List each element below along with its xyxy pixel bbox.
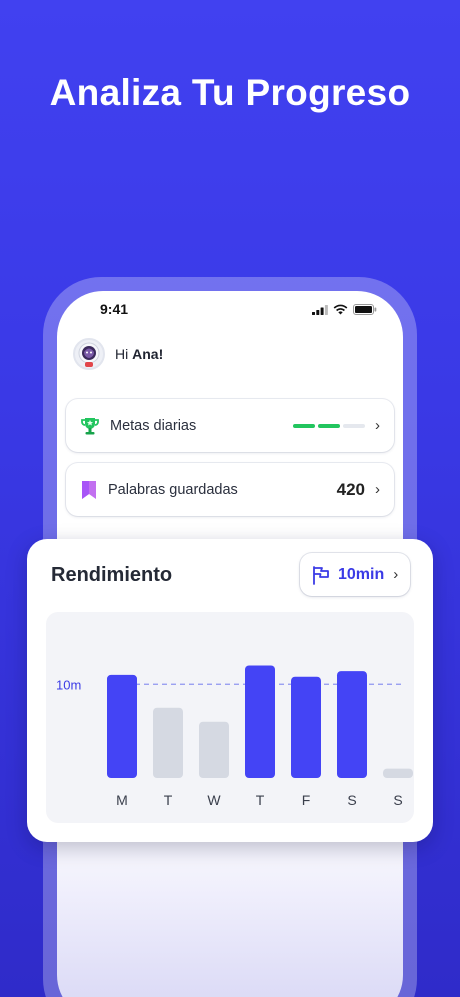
daily-goals-card[interactable]: Metas diarias ›	[66, 399, 394, 452]
x-tick-label: W	[207, 792, 221, 808]
saved-words-count: 420	[336, 479, 365, 499]
progress-segment	[293, 423, 315, 428]
progress-segment	[318, 423, 340, 428]
chart-bar	[291, 676, 321, 778]
signal-icon	[312, 304, 328, 315]
greeting-name: Ana!	[132, 346, 164, 362]
saved-words-label: Palabras guardadas	[108, 481, 238, 498]
progress-segment	[343, 423, 365, 428]
saved-words-card[interactable]: Palabras guardadas 420 ›	[66, 463, 394, 516]
bar-chart: 10m M T W T F S S	[56, 665, 413, 808]
status-time: 9:41	[100, 301, 129, 317]
chart-bar	[383, 768, 413, 778]
performance-title: Rendimiento	[51, 564, 173, 586]
chevron-right-icon: ›	[375, 481, 380, 498]
astronaut-avatar-icon	[78, 342, 100, 367]
trophy-icon	[81, 417, 99, 434]
chart-bar	[153, 707, 183, 778]
wifi-icon	[333, 304, 348, 315]
flag-icon	[313, 565, 329, 585]
chart-bar	[245, 665, 275, 778]
x-tick-label: M	[116, 792, 128, 808]
x-tick-label: F	[302, 792, 311, 808]
daily-goals-progress	[293, 423, 365, 428]
chevron-right-icon: ›	[375, 417, 380, 434]
x-tick-label: S	[393, 792, 402, 808]
greeting: Hi Ana!	[73, 338, 163, 370]
avatar[interactable]	[73, 338, 105, 370]
greeting-prefix: Hi	[115, 346, 133, 362]
chevron-right-icon: ›	[393, 566, 399, 583]
x-tick-label: T	[256, 792, 265, 808]
daily-goals-label: Metas diarias	[110, 417, 197, 434]
chart-bar	[337, 671, 367, 778]
x-tick-label: S	[347, 792, 356, 808]
bookmark-icon	[82, 480, 96, 499]
daily-goal-button[interactable]: 10min ›	[300, 553, 410, 596]
battery-icon	[353, 304, 377, 315]
greeting-text: Hi Ana!	[115, 346, 163, 362]
x-tick-label: T	[164, 792, 173, 808]
performance-chart: 10m M T W T F S S	[46, 612, 414, 823]
chart-bar	[107, 674, 137, 778]
headline: Analiza Tu Progreso	[49, 72, 411, 113]
status-icons	[312, 304, 377, 315]
performance-card: Rendimiento 10min › 10m M T W T F S S	[27, 539, 433, 842]
daily-goal-label: 10min	[338, 565, 385, 583]
chart-bar	[199, 721, 229, 778]
goal-line-label: 10m	[56, 677, 81, 692]
